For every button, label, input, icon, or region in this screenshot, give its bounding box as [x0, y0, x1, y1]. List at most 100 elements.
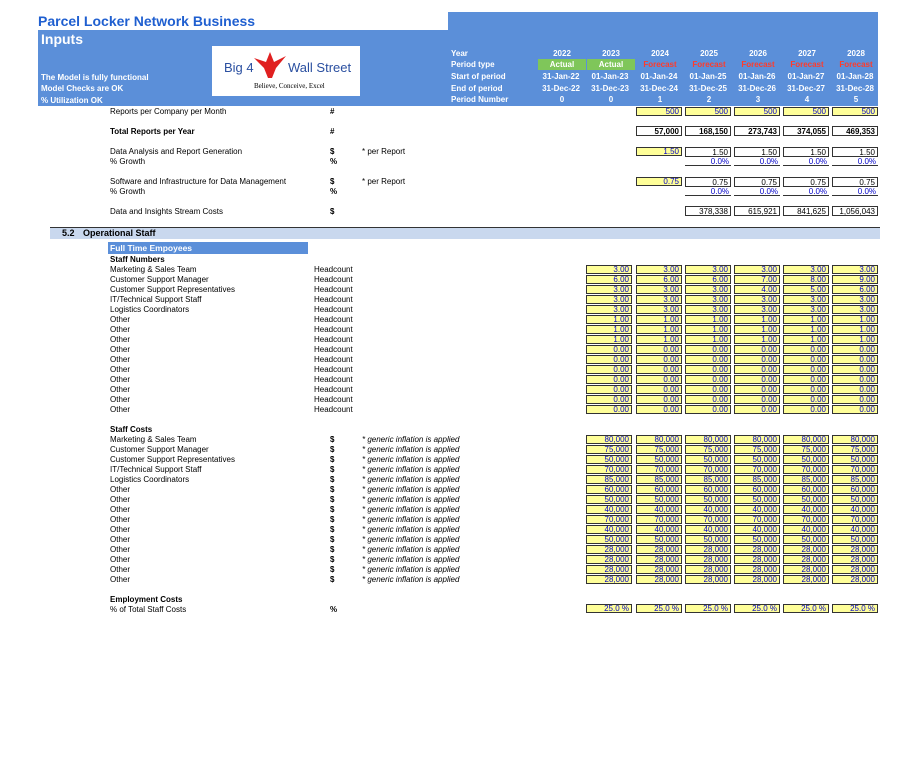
headcount-input-cell[interactable]: 9.00	[832, 275, 878, 284]
headcount-input-cell[interactable]: 0.00	[586, 375, 632, 384]
staff-cost-input-cell[interactable]: 40,000	[832, 505, 878, 514]
headcount-input-cell[interactable]: 6.00	[586, 275, 632, 284]
headcount-input-cell[interactable]: 0.00	[832, 355, 878, 364]
staff-cost-input-cell[interactable]: 50,000	[685, 455, 731, 464]
employment-pct-cell[interactable]: 25.0 %	[636, 604, 682, 613]
staff-cost-input-cell[interactable]: 70,000	[586, 465, 632, 474]
staff-cost-input-cell[interactable]: 28,000	[685, 575, 731, 584]
staff-cost-input-cell[interactable]: 70,000	[783, 515, 829, 524]
staff-cost-input-cell[interactable]: 80,000	[685, 435, 731, 444]
headcount-input-cell[interactable]: 3.00	[636, 265, 682, 274]
headcount-input-cell[interactable]: 1.00	[685, 325, 731, 334]
staff-cost-input-cell[interactable]: 40,000	[586, 505, 632, 514]
software-cost-cell[interactable]: 0.75	[636, 177, 682, 186]
headcount-input-cell[interactable]: 3.00	[734, 265, 780, 274]
headcount-input-cell[interactable]: 0.00	[586, 365, 632, 374]
headcount-input-cell[interactable]: 0.00	[832, 405, 878, 414]
headcount-input-cell[interactable]: 3.00	[636, 285, 682, 294]
headcount-input-cell[interactable]: 3.00	[832, 295, 878, 304]
headcount-input-cell[interactable]: 0.00	[636, 355, 682, 364]
staff-cost-input-cell[interactable]: 85,000	[832, 475, 878, 484]
staff-cost-input-cell[interactable]: 50,000	[734, 535, 780, 544]
headcount-input-cell[interactable]: 0.00	[636, 375, 682, 384]
headcount-input-cell[interactable]: 1.00	[586, 315, 632, 324]
staff-cost-input-cell[interactable]: 75,000	[685, 445, 731, 454]
staff-cost-input-cell[interactable]: 85,000	[636, 475, 682, 484]
staff-cost-input-cell[interactable]: 80,000	[783, 435, 829, 444]
staff-cost-input-cell[interactable]: 28,000	[586, 545, 632, 554]
headcount-input-cell[interactable]: 0.00	[636, 405, 682, 414]
staff-cost-input-cell[interactable]: 40,000	[636, 525, 682, 534]
staff-cost-input-cell[interactable]: 28,000	[832, 545, 878, 554]
staff-cost-input-cell[interactable]: 28,000	[783, 555, 829, 564]
staff-cost-input-cell[interactable]: 50,000	[586, 455, 632, 464]
headcount-input-cell[interactable]: 0.00	[586, 385, 632, 394]
staff-cost-input-cell[interactable]: 50,000	[586, 495, 632, 504]
staff-cost-input-cell[interactable]: 75,000	[832, 445, 878, 454]
staff-cost-input-cell[interactable]: 70,000	[783, 465, 829, 474]
headcount-input-cell[interactable]: 3.00	[832, 305, 878, 314]
headcount-input-cell[interactable]: 0.00	[685, 365, 731, 374]
staff-cost-input-cell[interactable]: 50,000	[636, 455, 682, 464]
headcount-input-cell[interactable]: 0.00	[783, 405, 829, 414]
staff-cost-input-cell[interactable]: 28,000	[783, 545, 829, 554]
headcount-input-cell[interactable]: 3.00	[783, 305, 829, 314]
staff-cost-input-cell[interactable]: 70,000	[586, 515, 632, 524]
headcount-input-cell[interactable]: 0.00	[734, 365, 780, 374]
headcount-input-cell[interactable]: 1.00	[636, 325, 682, 334]
reports-input-cell[interactable]: 500	[783, 107, 829, 116]
staff-cost-input-cell[interactable]: 70,000	[832, 465, 878, 474]
reports-input-cell[interactable]: 500	[636, 107, 682, 116]
staff-cost-input-cell[interactable]: 40,000	[685, 505, 731, 514]
software-growth-cell[interactable]: 0.0%	[783, 187, 829, 196]
headcount-input-cell[interactable]: 0.00	[586, 345, 632, 354]
staff-cost-input-cell[interactable]: 50,000	[832, 535, 878, 544]
employment-pct-cell[interactable]: 25.0 %	[832, 604, 878, 613]
headcount-input-cell[interactable]: 0.00	[734, 355, 780, 364]
headcount-input-cell[interactable]: 1.00	[636, 315, 682, 324]
headcount-input-cell[interactable]: 1.00	[734, 315, 780, 324]
headcount-input-cell[interactable]: 1.00	[783, 335, 829, 344]
headcount-input-cell[interactable]: 3.00	[783, 265, 829, 274]
headcount-input-cell[interactable]: 0.00	[832, 395, 878, 404]
headcount-input-cell[interactable]: 3.00	[685, 295, 731, 304]
staff-cost-input-cell[interactable]: 80,000	[586, 435, 632, 444]
staff-cost-input-cell[interactable]: 40,000	[783, 525, 829, 534]
staff-cost-input-cell[interactable]: 85,000	[685, 475, 731, 484]
staff-cost-input-cell[interactable]: 28,000	[636, 565, 682, 574]
staff-cost-input-cell[interactable]: 50,000	[734, 455, 780, 464]
headcount-input-cell[interactable]: 3.00	[734, 305, 780, 314]
headcount-input-cell[interactable]: 3.00	[636, 305, 682, 314]
headcount-input-cell[interactable]: 1.00	[832, 325, 878, 334]
staff-cost-input-cell[interactable]: 75,000	[734, 445, 780, 454]
headcount-input-cell[interactable]: 1.00	[636, 335, 682, 344]
headcount-input-cell[interactable]: 6.00	[636, 275, 682, 284]
headcount-input-cell[interactable]: 0.00	[734, 405, 780, 414]
analysis-growth-cell[interactable]: 0.0%	[832, 157, 878, 166]
headcount-input-cell[interactable]: 5.00	[783, 285, 829, 294]
staff-cost-input-cell[interactable]: 80,000	[832, 435, 878, 444]
staff-cost-input-cell[interactable]: 70,000	[734, 465, 780, 474]
headcount-input-cell[interactable]: 0.00	[783, 375, 829, 384]
staff-cost-input-cell[interactable]: 50,000	[685, 535, 731, 544]
headcount-input-cell[interactable]: 0.00	[586, 405, 632, 414]
headcount-input-cell[interactable]: 0.00	[832, 345, 878, 354]
headcount-input-cell[interactable]: 1.00	[586, 325, 632, 334]
headcount-input-cell[interactable]: 0.00	[586, 355, 632, 364]
staff-cost-input-cell[interactable]: 50,000	[636, 535, 682, 544]
staff-cost-input-cell[interactable]: 28,000	[685, 545, 731, 554]
headcount-input-cell[interactable]: 0.00	[783, 385, 829, 394]
headcount-input-cell[interactable]: 1.00	[832, 335, 878, 344]
software-growth-cell[interactable]: 0.0%	[734, 187, 780, 196]
headcount-input-cell[interactable]: 3.00	[685, 305, 731, 314]
staff-cost-input-cell[interactable]: 70,000	[734, 515, 780, 524]
staff-cost-input-cell[interactable]: 70,000	[685, 465, 731, 474]
headcount-input-cell[interactable]: 1.00	[783, 325, 829, 334]
headcount-input-cell[interactable]: 0.00	[685, 375, 731, 384]
headcount-input-cell[interactable]: 1.00	[685, 315, 731, 324]
staff-cost-input-cell[interactable]: 60,000	[685, 485, 731, 494]
headcount-input-cell[interactable]: 3.00	[734, 295, 780, 304]
headcount-input-cell[interactable]: 0.00	[832, 365, 878, 374]
staff-cost-input-cell[interactable]: 28,000	[586, 575, 632, 584]
staff-cost-input-cell[interactable]: 28,000	[636, 575, 682, 584]
